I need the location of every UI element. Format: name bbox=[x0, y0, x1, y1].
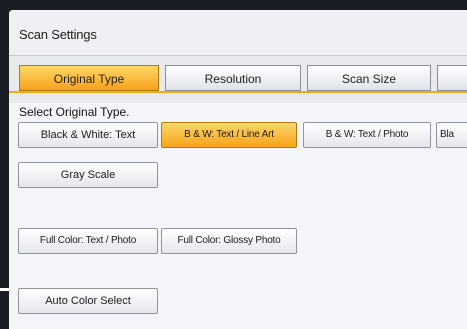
option-bw-text-photo[interactable]: B & W: Text / Photo bbox=[303, 122, 431, 148]
edge-marker bbox=[0, 288, 9, 291]
tab-partial[interactable] bbox=[437, 65, 467, 91]
option-auto-color-select[interactable]: Auto Color Select bbox=[18, 288, 158, 314]
page-title: Scan Settings bbox=[19, 27, 97, 42]
title-bar: Scan Settings bbox=[9, 10, 467, 56]
tab-underline bbox=[9, 91, 467, 93]
select-prompt: Select Original Type. bbox=[19, 105, 130, 119]
tab-scan-size[interactable]: Scan Size bbox=[307, 65, 431, 91]
option-full-color-text-photo[interactable]: Full Color: Text / Photo bbox=[18, 228, 158, 254]
option-bw-text-line-art[interactable]: B & W: Text / Line Art bbox=[161, 122, 297, 148]
option-full-color-glossy-photo[interactable]: Full Color: Glossy Photo bbox=[161, 228, 297, 254]
option-partial[interactable]: Bla bbox=[436, 122, 467, 148]
tab-resolution[interactable]: Resolution bbox=[165, 65, 301, 91]
tab-original-type[interactable]: Original Type bbox=[19, 65, 159, 91]
scan-settings-panel: Scan Settings Original Type Resolution S… bbox=[9, 10, 467, 329]
option-gray-scale[interactable]: Gray Scale bbox=[18, 162, 158, 188]
option-black-white-text[interactable]: Black & White: Text bbox=[18, 122, 158, 148]
